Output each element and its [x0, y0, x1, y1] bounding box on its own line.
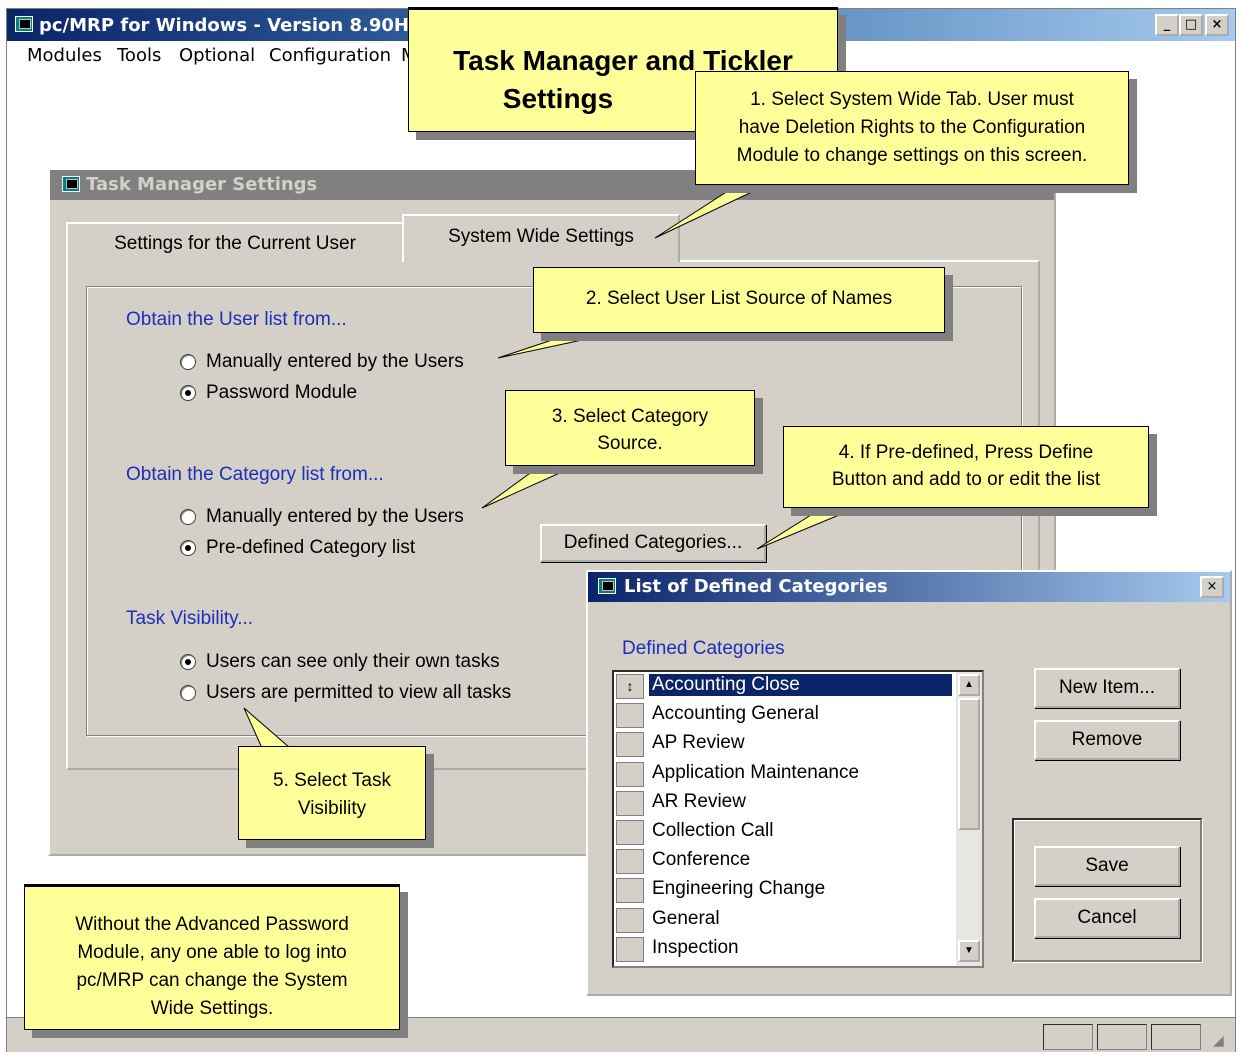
list-scrollbar[interactable]: ▲ ▼: [956, 672, 982, 966]
callout-3-line2: Source.: [597, 433, 663, 454]
defined-categories-button[interactable]: Defined Categories...: [540, 524, 766, 562]
task-dialog-icon: [62, 176, 80, 192]
category-predefined-radio[interactable]: [180, 540, 196, 556]
save-cancel-frame: [1012, 818, 1202, 962]
callout-4: 4. If Pre-defined, Press Define Button a…: [783, 426, 1149, 508]
app-icon: [15, 16, 33, 32]
row-selector[interactable]: [616, 907, 644, 933]
category-list-heading: Obtain the Category list from...: [126, 464, 384, 485]
categories-listbox[interactable]: ↕ Accounting Close Accounting General AP Re…: [612, 670, 984, 968]
status-panel-2: [1097, 1024, 1147, 1050]
categories-dialog-icon: [598, 578, 616, 594]
list-item-label: Accounting Close: [649, 674, 952, 696]
callout-1: 1. Select System Wide Tab. User must hav…: [695, 71, 1129, 185]
list-item-label: Inspection: [652, 936, 739, 958]
callout-1-line1: 1. Select System Wide Tab. User must: [750, 89, 1074, 110]
callout-3-line1: 3. Select Category: [551, 406, 709, 427]
resize-grip-icon[interactable]: ◢: [1213, 1032, 1224, 1049]
list-item-label: Application Maintenance: [652, 761, 860, 783]
list-item-label: AR Review: [652, 790, 746, 812]
list-item[interactable]: AR Review: [614, 789, 954, 818]
list-item-label: Accounting General: [652, 703, 819, 725]
categories-dialog-title: List of Defined Categories: [624, 576, 888, 597]
list-item[interactable]: Collection Call: [614, 818, 954, 847]
callout-1-line3: Module to change settings on this screen…: [736, 145, 1088, 166]
visibility-own-label: Users can see only their own tasks: [206, 651, 500, 672]
list-item[interactable]: Engineering Change: [614, 876, 954, 905]
list-item-label: Conference: [652, 849, 751, 871]
app-title: pc/MRP for Windows - Version 8.90H: [39, 15, 409, 36]
task-dialog-title: Task Manager Settings: [86, 174, 318, 195]
list-item-label: General: [652, 907, 720, 929]
close-button[interactable]: ×: [1205, 14, 1229, 36]
row-selector[interactable]: [616, 703, 644, 729]
note-line3: pc/MRP can change the System: [76, 970, 348, 991]
row-selector[interactable]: [616, 820, 644, 845]
callout-5-line1: 5. Select Task: [273, 770, 391, 791]
scroll-thumb[interactable]: [958, 698, 980, 830]
list-item[interactable]: Accounting General: [614, 701, 954, 730]
save-button[interactable]: Save: [1034, 846, 1180, 886]
row-selector[interactable]: [616, 761, 644, 787]
row-selector[interactable]: [616, 936, 644, 962]
list-item[interactable]: Application Maintenance: [614, 760, 954, 789]
user-list-password-radio[interactable]: [180, 385, 196, 401]
list-item-label: Engineering Change: [652, 878, 826, 900]
row-selector[interactable]: [616, 732, 644, 758]
row-selector[interactable]: [616, 790, 644, 816]
note-line1: Without the Advanced Password: [75, 914, 349, 935]
callout-4-line1: 4. If Pre-defined, Press Define: [838, 442, 1094, 463]
scroll-up-icon[interactable]: ▲: [958, 674, 980, 696]
list-item[interactable]: General: [614, 906, 954, 935]
category-manual-radio[interactable]: [180, 509, 196, 525]
note-line4: Wide Settings.: [150, 998, 274, 1019]
status-panel-1: [1043, 1024, 1093, 1050]
list-item-label: Collection Call: [652, 820, 774, 841]
remove-button[interactable]: Remove: [1034, 720, 1180, 760]
visibility-all-label: Users are permitted to view all tasks: [206, 682, 512, 703]
visibility-own-radio[interactable]: [180, 654, 196, 670]
category-predefined-label: Pre-defined Category list: [206, 537, 416, 558]
callout-3: 3. Select Category Source.: [505, 390, 755, 466]
row-selector[interactable]: [616, 878, 644, 904]
scroll-down-icon[interactable]: ▼: [958, 940, 980, 962]
categories-dialog-titlebar[interactable]: List of Defined Categories: [588, 572, 1230, 602]
note-line2: Module, any one able to log into: [77, 942, 347, 963]
list-item-label: AP Review: [652, 732, 745, 754]
row-mover-icon[interactable]: ↕: [616, 674, 644, 699]
user-list-manual-radio[interactable]: [180, 354, 196, 370]
categories-close-button[interactable]: ×: [1200, 576, 1224, 598]
list-item[interactable]: ↕ Accounting Close: [614, 672, 954, 701]
cancel-button[interactable]: Cancel: [1034, 898, 1180, 938]
menu-tools[interactable]: Tools: [117, 45, 161, 66]
menu-optional[interactable]: Optional: [179, 45, 255, 66]
visibility-all-radio[interactable]: [180, 685, 196, 701]
callout-5: 5. Select Task Visibility: [238, 746, 426, 840]
defined-categories-dialog: List of Defined Categories × Defined Cat…: [586, 570, 1232, 996]
list-item[interactable]: AP Review: [614, 730, 954, 759]
maximize-button[interactable]: □: [1179, 14, 1203, 36]
menu-modules[interactable]: Modules: [27, 45, 102, 66]
callout-2-text: 2. Select User List Source of Names: [585, 288, 893, 309]
minimize-button[interactable]: _: [1155, 14, 1179, 36]
user-list-manual-label: Manually entered by the Users: [206, 351, 464, 372]
status-panel-3: [1151, 1024, 1201, 1050]
category-manual-label: Manually entered by the Users: [206, 506, 464, 527]
menu-configuration[interactable]: Configuration: [269, 45, 391, 66]
tab-system-wide[interactable]: System Wide Settings: [402, 214, 680, 262]
defined-categories-label: Defined Categories: [622, 638, 785, 659]
new-item-button[interactable]: New Item...: [1034, 668, 1180, 708]
callout-4-line2: Button and add to or edit the list: [831, 469, 1101, 490]
row-selector[interactable]: [616, 849, 644, 875]
callout-5-line2: Visibility: [297, 798, 367, 819]
callout-2: 2. Select User List Source of Names: [533, 267, 945, 333]
user-list-heading: Obtain the User list from...: [126, 309, 347, 330]
callout-1-line2: have Deletion Rights to the Configuratio…: [738, 117, 1086, 138]
list-item[interactable]: Conference: [614, 847, 954, 876]
task-visibility-heading: Task Visibility...: [126, 608, 254, 629]
user-list-password-label: Password Module: [206, 382, 358, 403]
password-note: Without the Advanced Password Module, an…: [24, 884, 400, 1030]
list-item[interactable]: Inspection: [614, 935, 954, 964]
tab-current-user[interactable]: Settings for the Current User: [66, 222, 404, 262]
